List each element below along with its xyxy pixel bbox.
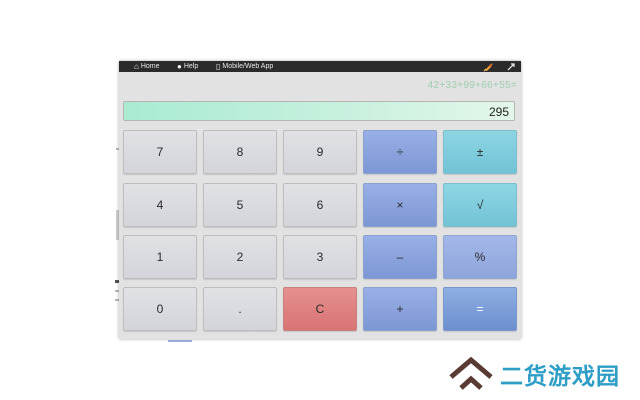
toolbar-help-label: Help [183,63,199,70]
key-9[interactable]: 9 [283,130,357,174]
history-expression: 42+33+99+66+55= [427,80,517,91]
info-icon: ● [177,62,182,71]
home-icon: ⌂ [134,62,139,71]
background-fragment [168,340,192,342]
result-display: 295 [123,101,515,121]
rocket-button[interactable] [483,61,495,72]
plus-minus-button[interactable]: ± [443,130,517,174]
equals-button[interactable]: = [443,287,517,331]
key-7[interactable]: 7 [123,130,197,174]
divide-button[interactable]: ÷ [363,130,437,174]
multiply-button[interactable]: × [363,183,437,227]
mobile-icon: ▯ [216,62,221,71]
decimal-button[interactable]: . [203,287,277,331]
rocket-icon [483,62,493,71]
add-button[interactable]: + [363,287,437,331]
key-5[interactable]: 5 [203,183,277,227]
expand-button[interactable] [507,61,515,72]
subtract-button[interactable]: – [363,235,437,279]
calculator-window: ⌂ Home ● Help ▯ Mobile/Web App 42+33+99+… [119,61,521,339]
toolbar-help[interactable]: ● Help [177,61,198,72]
key-8[interactable]: 8 [203,130,277,174]
key-3[interactable]: 3 [283,235,357,279]
key-2[interactable]: 2 [203,235,277,279]
key-0[interactable]: 0 [123,287,197,331]
square-root-button[interactable]: √ [443,183,517,227]
expand-icon [507,62,515,70]
toolbar-home[interactable]: ⌂ Home [134,61,160,72]
toolbar-mobile-app[interactable]: ▯ Mobile/Web App [216,61,273,72]
key-1[interactable]: 1 [123,235,197,279]
key-4[interactable]: 4 [123,183,197,227]
screen: ⌂ Home ● Help ▯ Mobile/Web App 42+33+99+… [0,0,640,400]
house-chevron-logo [449,357,493,390]
top-toolbar: ⌂ Home ● Help ▯ Mobile/Web App [119,61,521,72]
percent-button[interactable]: % [443,235,517,279]
toolbar-home-label: Home [140,63,160,70]
key-6[interactable]: 6 [283,183,357,227]
toolbar-mobile-app-label: Mobile/Web App [222,63,274,70]
clear-button[interactable]: C [283,287,357,331]
watermark: 二货游戏园 [448,356,620,392]
watermark-text: 二货游戏园 [500,364,620,390]
